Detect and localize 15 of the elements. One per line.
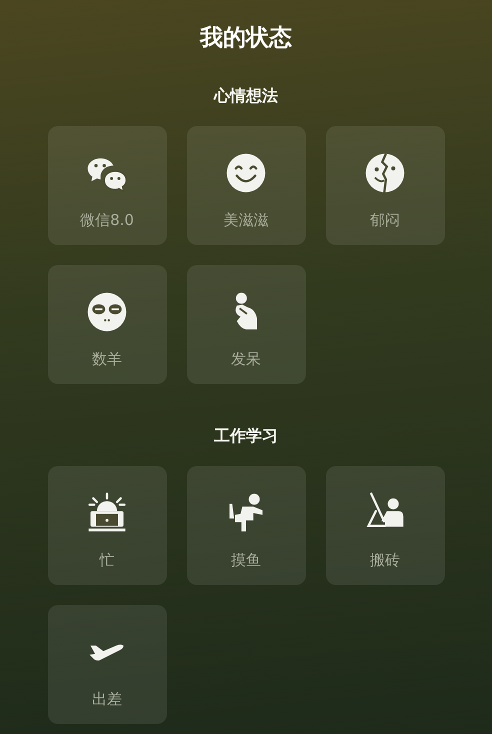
page-title: 我的状态 [200, 24, 292, 53]
status-tile[interactable]: 微信8.0 [48, 126, 166, 245]
status-tile[interactable]: 数羊 [48, 265, 166, 384]
cracked-face-icon [363, 151, 407, 195]
sleepy-face-icon [85, 290, 129, 334]
status-tile[interactable]: 郁闷 [326, 126, 444, 245]
status-tile[interactable]: 搬砖 [326, 466, 444, 585]
status-tile[interactable]: 出差 [48, 605, 166, 724]
status-tile[interactable]: 忙 [48, 466, 166, 585]
section-heading: 工作学习 [214, 425, 278, 447]
status-tile[interactable]: 美滋滋 [186, 126, 306, 245]
section-heading: 心情想法 [214, 85, 278, 107]
status-tile[interactable]: 发呆 [186, 265, 306, 384]
smiley-icon [224, 151, 268, 195]
status-tile[interactable]: 摸鱼 [186, 466, 306, 585]
